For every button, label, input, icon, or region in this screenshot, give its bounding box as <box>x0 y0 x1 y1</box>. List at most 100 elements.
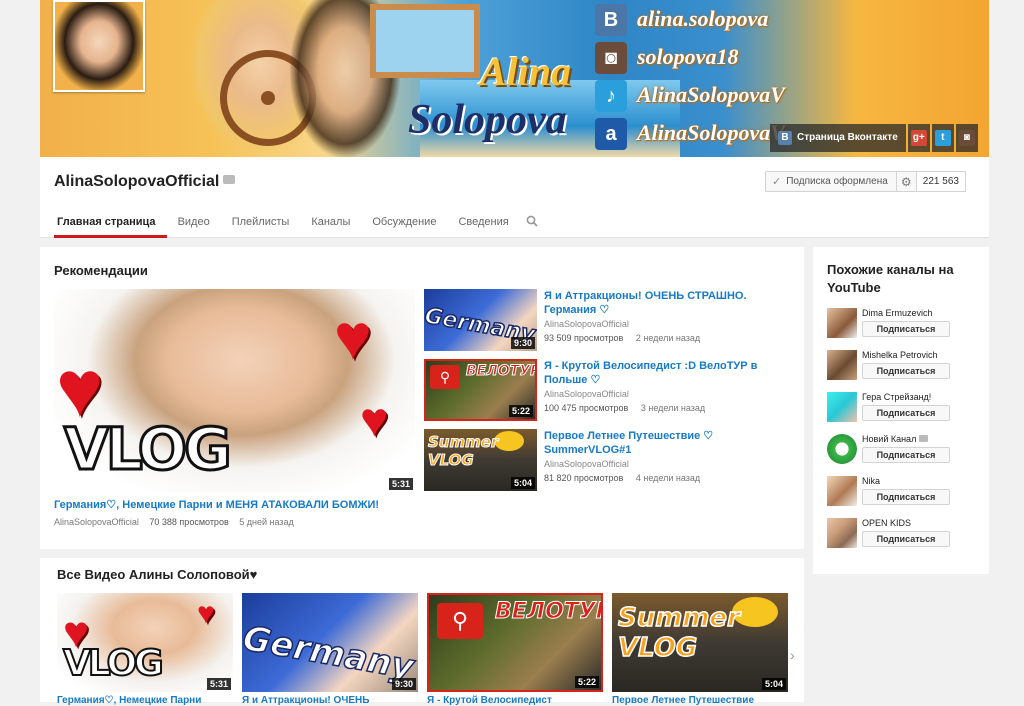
video-thumbnail[interactable]: Germany 9:30 <box>424 289 537 351</box>
subscription-controls: ✓ Подписка оформлена ⚙ 221 563 <box>765 171 966 192</box>
video-title[interactable]: Первое Летнее Путешествие ♡ SummerVLOG#1 <box>544 429 764 457</box>
video-views: 70 388 просмотров <box>149 517 229 527</box>
video-views: 100 475 просмотров <box>544 403 629 413</box>
recommended-video[interactable]: Germany 9:30 Я и Аттракционы! ОЧЕНЬ СТРА… <box>424 289 799 351</box>
banner-links: B Страница Вконтакте g+ t ◙ <box>770 124 978 152</box>
tab-channels[interactable]: Каналы <box>300 211 361 238</box>
subscribe-button[interactable]: Подписаться <box>862 447 950 463</box>
featured-video-title[interactable]: Германия♡, Немецкие Парни и МЕНЯ АТАКОВА… <box>54 498 414 511</box>
related-channels: Похожие каналы на YouTube Dima Ermuzevic… <box>813 247 989 574</box>
instagram-icon: ◙ <box>958 130 975 146</box>
video-title[interactable]: Я и Аттракционы! ОЧЕНЬ СТРАШНО. Германия… <box>544 289 764 317</box>
instagram-link[interactable]: ◙ <box>955 124 978 152</box>
related-channel-name[interactable]: Mishelka Petrovich <box>862 350 938 360</box>
shelf-next-chevron-icon[interactable]: › <box>790 647 795 663</box>
subscription-settings-gear-icon[interactable]: ⚙ <box>896 171 917 192</box>
video-thumbnail[interactable]: ⚲ ВЕЛОТУР 5:22 <box>424 359 537 421</box>
video-channel[interactable]: AlinaSolopovaOfficial <box>544 319 629 329</box>
all-videos-title: Все Видео Алины Солоповой♥ <box>57 567 258 582</box>
subscribe-button[interactable]: Подписаться <box>862 531 950 547</box>
verified-icon <box>919 435 929 442</box>
duration-badge: 9:30 <box>510 337 535 349</box>
video-card[interactable]: ⚲ ВЕЛОТУР 5:22 Я - Крутой Велосипедист <box>427 593 603 706</box>
subscribed-label: Подписка оформлена <box>786 176 888 187</box>
video-thumbnail[interactable]: Germany 9:30 <box>242 593 418 692</box>
subscribed-button[interactable]: ✓ Подписка оформлена <box>765 171 897 192</box>
video-channel[interactable]: AlinaSolopovaOfficial <box>544 459 629 469</box>
video-views: 81 820 просмотров <box>544 473 624 483</box>
bicycle-icon: ⚲ <box>430 365 460 389</box>
avatar[interactable] <box>827 476 857 506</box>
channel-name[interactable]: AlinaSolopovaOfficial <box>54 173 219 190</box>
tab-videos[interactable]: Видео <box>167 211 221 238</box>
avatar[interactable] <box>827 392 857 422</box>
avatar[interactable] <box>827 350 857 380</box>
related-channel-name[interactable]: OPEN KIDS <box>862 518 911 528</box>
vk-page-link[interactable]: B Страница Вконтакте <box>770 124 906 152</box>
channel-tabs: Главная страница Видео Плейлисты Каналы … <box>54 211 544 238</box>
related-channel-name-text: Новий Канал <box>862 434 917 444</box>
tab-home[interactable]: Главная страница <box>54 211 167 238</box>
verified-icon <box>223 175 236 184</box>
check-icon: ✓ <box>772 176 782 188</box>
tab-about[interactable]: Сведения <box>447 211 519 238</box>
video-thumbnail[interactable]: Summer VLOG 5:04 <box>612 593 788 692</box>
channel-title[interactable]: AlinaSolopovaOfficial <box>54 173 236 191</box>
video-age: 3 недели назад <box>640 403 706 413</box>
avatar[interactable] <box>827 308 857 338</box>
vk-icon: B <box>778 131 792 145</box>
channel-header: AlinaSolopovaOfficial ✓ Подписка оформле… <box>40 157 989 238</box>
video-title[interactable]: Германия♡, Немецкие Парни <box>57 695 233 706</box>
recommendations-title: Рекомендации <box>54 263 148 278</box>
subscribe-button[interactable]: Подписаться <box>862 363 950 379</box>
thumbnail-word: Summer VLOG <box>617 602 740 664</box>
video-thumbnail[interactable]: Summer VLOG 5:04 <box>424 429 537 491</box>
related-channel-item: Гера Стрейзанд! Подписаться <box>827 392 987 424</box>
subscribe-button[interactable]: Подписаться <box>862 489 950 505</box>
tab-playlists[interactable]: Плейлисты <box>221 211 301 238</box>
avatar[interactable] <box>827 518 857 548</box>
bicycle-icon: ⚲ <box>437 603 483 639</box>
channel-search-icon[interactable] <box>520 211 544 238</box>
tab-discussion[interactable]: Обсуждение <box>361 211 447 238</box>
thumbnail-word: ВЕЛОТУР <box>465 363 537 380</box>
video-stats: 100 475 просмотров 3 недели назад <box>544 403 715 413</box>
vk-page-link-label: Страница Вконтакте <box>797 132 898 143</box>
related-channel-name[interactable]: Новий Канал <box>862 434 929 444</box>
related-channel-name[interactable]: Dima Ermuzevich <box>862 308 933 318</box>
heart-icon: ♥ <box>360 394 389 447</box>
channel-avatar[interactable] <box>53 0 145 92</box>
thumbnail-word: Germany <box>242 618 417 689</box>
duration-badge: 5:04 <box>510 477 535 489</box>
recommended-video[interactable]: ⚲ ВЕЛОТУР 5:22 Я - Крутой Велосипедист :… <box>424 359 799 421</box>
banner-name-first: Alina <box>480 49 572 94</box>
video-card[interactable]: Summer VLOG 5:04 Первое Летнее Путешеств… <box>612 593 788 706</box>
related-channel-name[interactable]: Nika <box>862 476 880 486</box>
thumbnail-word: VLOG <box>62 642 165 685</box>
banner-photo-frame <box>370 4 480 78</box>
duration-badge: 5:04 <box>761 678 786 690</box>
featured-video-thumbnail[interactable]: ♥ ♥ ♥ VLOG 5:31 <box>54 289 415 492</box>
related-channel-name[interactable]: Гера Стрейзанд! <box>862 392 931 402</box>
video-title[interactable]: Я и Аттракционы! ОЧЕНЬ <box>242 695 418 706</box>
video-thumbnail[interactable]: ⚲ ВЕЛОТУР 5:22 <box>427 593 603 692</box>
related-channel-item: OPEN KIDS Подписаться <box>827 518 987 550</box>
subscribe-button[interactable]: Подписаться <box>862 405 950 421</box>
twitter-icon: ♪ <box>595 80 627 112</box>
video-channel[interactable]: AlinaSolopovaOfficial <box>544 389 629 399</box>
twitter-link[interactable]: t <box>931 124 954 152</box>
google-plus-link[interactable]: g+ <box>907 124 930 152</box>
video-card[interactable]: ♥ ♥ VLOG 5:31 Германия♡, Немецкие Парни <box>57 593 233 706</box>
video-title[interactable]: Я - Крутой Велосипедист <box>427 695 603 706</box>
vk-handle: alina.solopova <box>637 6 769 31</box>
video-thumbnail[interactable]: ♥ ♥ VLOG 5:31 <box>57 593 233 692</box>
video-channel[interactable]: AlinaSolopovaOfficial <box>54 517 139 527</box>
video-title[interactable]: Первое Летнее Путешествие <box>612 695 788 706</box>
recommended-video[interactable]: Summer VLOG 5:04 Первое Летнее Путешеств… <box>424 429 799 491</box>
video-card[interactable]: Germany 9:30 Я и Аттракционы! ОЧЕНЬ <box>242 593 418 706</box>
video-title[interactable]: Я - Крутой Велосипедист :D ВелоТУР в Пол… <box>544 359 764 387</box>
thumbnail-word: VLOG <box>63 414 234 485</box>
subscribe-button[interactable]: Подписаться <box>862 321 950 337</box>
related-channel-item: Nika Подписаться <box>827 476 987 508</box>
avatar[interactable] <box>827 434 857 464</box>
